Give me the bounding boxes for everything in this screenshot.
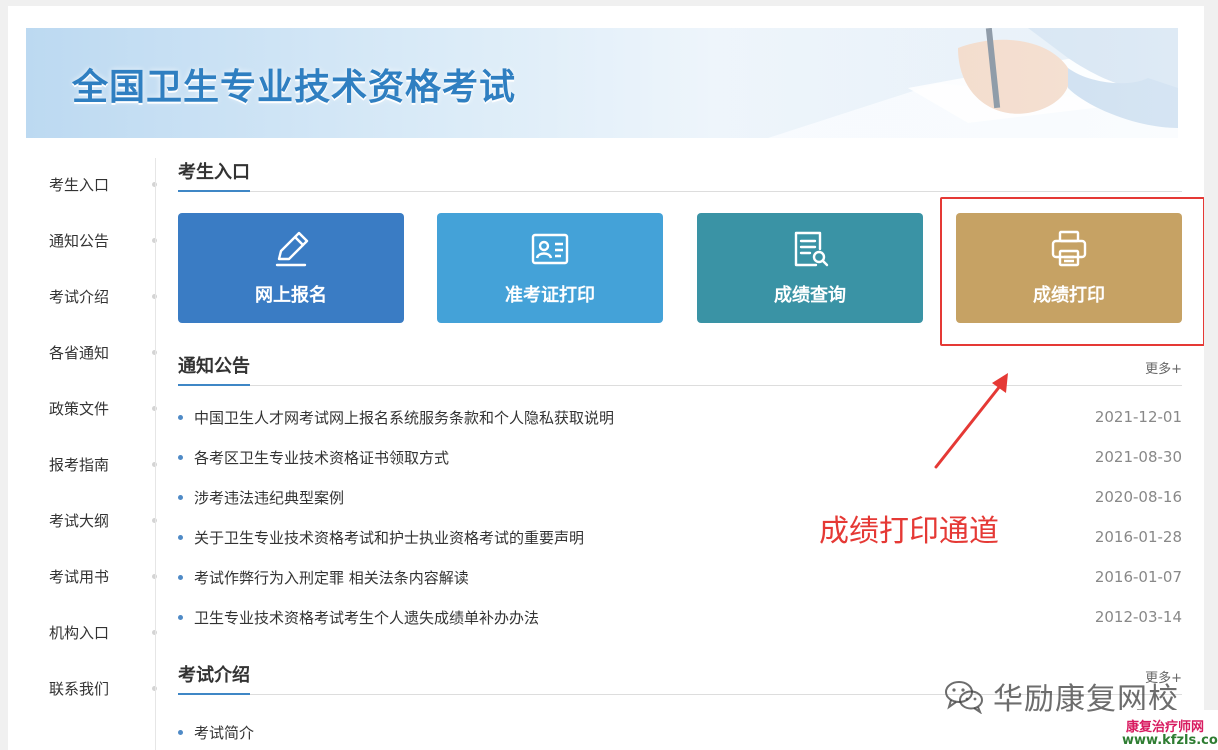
sidebar-item-provinces[interactable]: 各省通知 — [8, 324, 157, 380]
corner-logo: 康复治疗师网 www.kfzls.com — [1118, 710, 1218, 750]
list-item-date: 2021-12-01 — [1094, 408, 1182, 426]
list-item-date: 2020-08-16 — [1094, 488, 1182, 506]
sidebar-item-label: 考试大纲 — [49, 511, 110, 530]
annotation-label: 成绩打印通道 — [819, 514, 999, 549]
section-title: 考生入口 — [178, 158, 250, 192]
score-query-button[interactable]: 成绩查询 — [697, 213, 923, 323]
sidebar-item-notices[interactable]: 通知公告 — [8, 212, 157, 268]
bullet-icon — [178, 534, 183, 540]
bullet-icon — [178, 494, 183, 500]
bullet-icon — [178, 614, 183, 620]
score-print-button[interactable]: 成绩打印 — [956, 213, 1182, 323]
list-item-title[interactable]: 中国卫生人才网考试网上报名系统服务条款和个人隐私获取说明 — [194, 407, 614, 428]
list-item-title[interactable]: 卫生专业技术资格考试考生个人遗失成绩单补办办法 — [194, 607, 539, 628]
tile-label: 准考证打印 — [505, 285, 595, 306]
sidebar-item-intro[interactable]: 考试介绍 — [8, 268, 157, 324]
sidebar-item-label: 报考指南 — [49, 455, 110, 474]
wechat-icon — [945, 681, 983, 714]
more-link[interactable]: 更多+ — [1145, 358, 1182, 377]
bullet-icon — [178, 729, 183, 735]
list-item-title[interactable]: 涉考违法违纪典型案例 — [194, 487, 344, 508]
site-title: 全国卫生专业技术资格考试 — [72, 67, 517, 108]
admission-ticket-print-button[interactable]: 准考证打印 — [437, 213, 663, 323]
sidebar-item-label: 考生入口 — [49, 175, 110, 194]
sidebar-item-label: 考试用书 — [49, 567, 110, 586]
tile-label: 网上报名 — [255, 285, 327, 306]
section-title: 考试介绍 — [178, 661, 250, 695]
id-card-icon — [531, 233, 569, 265]
list-item[interactable]: 关于卫生专业技术资格考试和护士执业资格考试的重要声明 2016-01-28 — [178, 517, 1182, 557]
list-item[interactable]: 卫生专业技术资格考试考生个人遗失成绩单补办办法 2012-03-14 — [178, 597, 1182, 637]
tile-label: 成绩打印 — [1033, 285, 1105, 306]
sidebar-item-entry[interactable]: 考生入口 — [8, 156, 157, 212]
bullet-icon — [178, 574, 183, 580]
list-item[interactable]: 考试作弊行为入刑定罪 相关法条内容解读 2016-01-07 — [178, 557, 1182, 597]
sidebar-item-label: 联系我们 — [49, 679, 110, 698]
bullet-icon — [178, 454, 183, 460]
sidebar-item-label: 机构入口 — [49, 623, 110, 642]
sidebar-item-policies[interactable]: 政策文件 — [8, 380, 157, 436]
tile-label: 成绩查询 — [774, 285, 846, 306]
bullet-icon — [178, 414, 183, 420]
arrow-icon — [934, 373, 1008, 469]
banner-illustration — [708, 28, 1178, 138]
list-item[interactable]: 涉考违法违纪典型案例 2020-08-16 — [178, 477, 1182, 517]
list-item-date: 2012-03-14 — [1094, 608, 1182, 626]
sidebar-divider — [155, 158, 156, 750]
list-item-title[interactable]: 各考区卫生专业技术资格证书领取方式 — [194, 447, 449, 468]
sidebar-item-syllabus[interactable]: 考试大纲 — [8, 492, 157, 548]
list-item-title[interactable]: 关于卫生专业技术资格考试和护士执业资格考试的重要声明 — [194, 527, 584, 548]
page: 全国卫生专业技术资格考试 考生入口 通知公告 考试介绍 各省通知 政策文件 报考… — [8, 6, 1204, 750]
list-item[interactable]: 中国卫生人才网考试网上报名系统服务条款和个人隐私获取说明 2021-12-01 — [178, 397, 1182, 437]
sidebar-item-institutions[interactable]: 机构入口 — [8, 604, 157, 660]
sidebar-item-label: 各省通知 — [49, 343, 110, 362]
printer-icon — [1051, 230, 1087, 267]
online-register-button[interactable]: 网上报名 — [178, 213, 404, 323]
sidebar-item-contact[interactable]: 联系我们 — [8, 660, 157, 716]
list-item-title[interactable]: 考试简介 — [194, 722, 254, 743]
section-title: 通知公告 — [178, 352, 250, 386]
sidebar-nav: 考生入口 通知公告 考试介绍 各省通知 政策文件 报考指南 考试大纲 考试用书 — [8, 156, 157, 750]
list-item-date: 2016-01-07 — [1094, 568, 1182, 586]
document-search-icon — [794, 231, 829, 267]
sidebar-item-books[interactable]: 考试用书 — [8, 548, 157, 604]
sidebar-item-label: 政策文件 — [49, 399, 110, 418]
header-banner: 全国卫生专业技术资格考试 — [26, 28, 1178, 138]
section-header-entry: 考生入口 — [178, 158, 1182, 192]
list-item-date: 2016-01-28 — [1094, 528, 1182, 546]
corner-logo-url: www.kfzls.com — [1122, 733, 1218, 748]
section-header-notices: 通知公告 更多+ — [178, 352, 1182, 386]
list-item-date: 2021-08-30 — [1094, 448, 1182, 466]
sidebar-item-label: 考试介绍 — [49, 287, 110, 306]
sidebar-item-label: 通知公告 — [49, 231, 110, 250]
sidebar-item-guide[interactable]: 报考指南 — [8, 436, 157, 492]
list-item[interactable]: 各考区卫生专业技术资格证书领取方式 2021-08-30 — [178, 437, 1182, 477]
pencil-icon — [275, 231, 309, 267]
list-item-title[interactable]: 考试作弊行为入刑定罪 相关法条内容解读 — [194, 567, 469, 588]
